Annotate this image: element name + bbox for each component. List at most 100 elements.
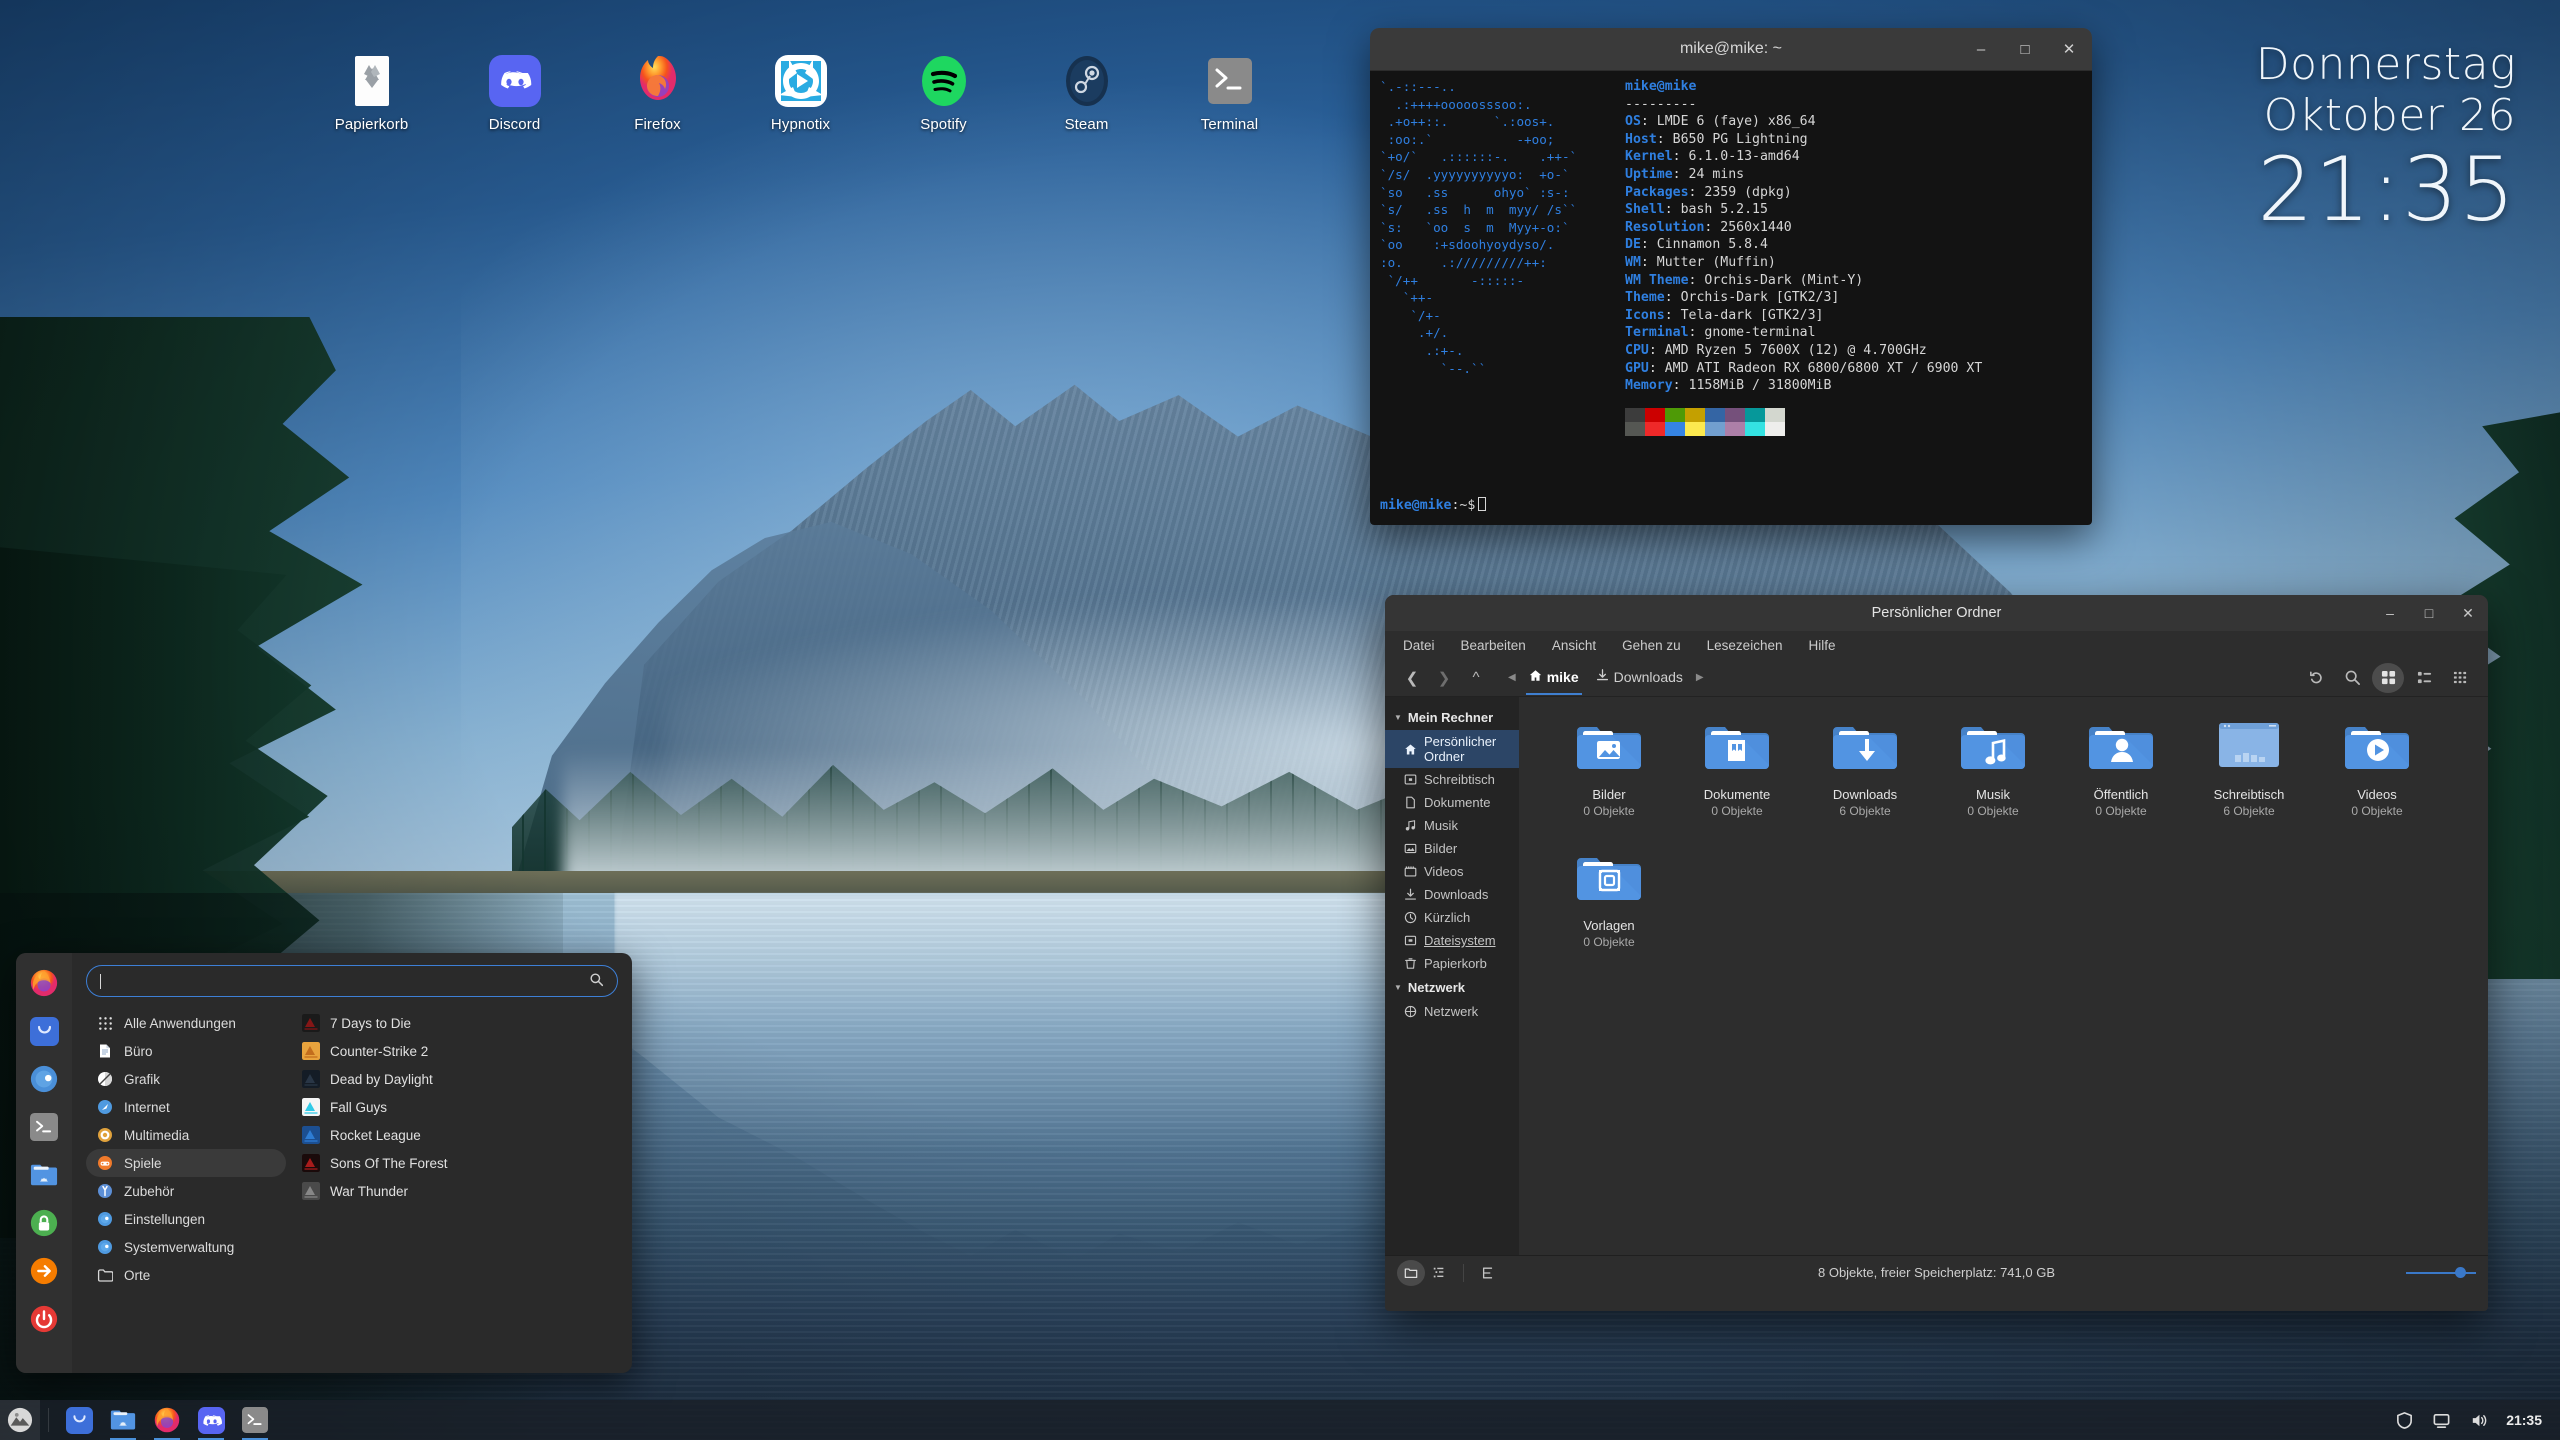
mint-menu-icon[interactable] bbox=[0, 1400, 40, 1440]
sidebar-item-persönlicher-ordner[interactable]: Persönlicher Ordner bbox=[1385, 730, 1519, 768]
menu-category-multimedia[interactable]: Multimedia bbox=[86, 1121, 286, 1149]
menu-lesezeichen[interactable]: Lesezeichen bbox=[1703, 637, 1787, 654]
terminal-body[interactable]: `.-::---.. .:++++ooooosssoo:. .+o++::. `… bbox=[1370, 71, 2092, 525]
forward-icon[interactable]: ❯ bbox=[1429, 664, 1459, 692]
file-manager-titlebar[interactable]: Persönlicher Ordner – □ ✕ bbox=[1385, 595, 2488, 631]
list-view-icon[interactable] bbox=[2444, 663, 2476, 693]
sidebar-item-bilder[interactable]: Bilder bbox=[1385, 837, 1519, 860]
places-toggle-icon[interactable] bbox=[1425, 1260, 1453, 1286]
display-icon[interactable] bbox=[2432, 1411, 2451, 1430]
search-icon[interactable] bbox=[2336, 663, 2368, 693]
desktop-icon-papierkorb[interactable]: Papierkorb bbox=[300, 48, 443, 137]
shutdown-fav-icon[interactable] bbox=[28, 1303, 60, 1335]
menu-category-grafik[interactable]: Grafik bbox=[86, 1065, 286, 1093]
sidebar-item-netzwerk[interactable]: Netzwerk bbox=[1385, 1000, 1519, 1023]
sidebar-item-schreibtisch[interactable]: Schreibtisch bbox=[1385, 768, 1519, 791]
terminal-window[interactable]: mike@mike: ~ – □ ✕ `.-::---.. .:++++oooo… bbox=[1370, 28, 2092, 525]
system-settings-fav-icon[interactable] bbox=[28, 1063, 60, 1095]
menu-bearbeiten[interactable]: Bearbeiten bbox=[1457, 637, 1530, 654]
lock-screen-fav-icon[interactable] bbox=[28, 1207, 60, 1239]
breadcrumb-item-mike[interactable]: mike bbox=[1522, 665, 1586, 695]
menu-category-zubehör[interactable]: Zubehör bbox=[86, 1177, 286, 1205]
menu-app-7-days-to-die[interactable]: 7 Days to Die bbox=[294, 1009, 618, 1037]
terminal-fav-icon[interactable] bbox=[28, 1111, 60, 1143]
menu-search-box[interactable] bbox=[86, 965, 618, 997]
menu-hilfe[interactable]: Hilfe bbox=[1804, 637, 1839, 654]
compact-view-icon[interactable] bbox=[2408, 663, 2440, 693]
file-item[interactable]: Vorlagen 0 Objekte bbox=[1545, 846, 1673, 953]
file-item[interactable]: Musik 0 Objekte bbox=[1929, 715, 2057, 822]
breadcrumb-left-arrow-icon[interactable]: ◀ bbox=[1505, 672, 1519, 683]
menu-category-spiele[interactable]: Spiele bbox=[86, 1149, 286, 1177]
file-item[interactable]: Videos 0 Objekte bbox=[2313, 715, 2441, 822]
discord-launcher[interactable] bbox=[194, 1403, 228, 1440]
logout-fav-icon[interactable] bbox=[28, 1255, 60, 1287]
sidebar-item-dokumente[interactable]: Dokumente bbox=[1385, 791, 1519, 814]
terminal-launcher[interactable] bbox=[238, 1403, 272, 1440]
shield-icon[interactable] bbox=[2395, 1411, 2414, 1430]
menu-app-dead-by-daylight[interactable]: Dead by Daylight bbox=[294, 1065, 618, 1093]
desktop-icon-firefox[interactable]: Firefox bbox=[586, 48, 729, 137]
terminal-close-button[interactable]: ✕ bbox=[2060, 40, 2078, 58]
sidebar-section-netzwerk[interactable]: ▼ Netzwerk bbox=[1385, 975, 1519, 1000]
sidebar-item-papierkorb[interactable]: Papierkorb bbox=[1385, 952, 1519, 975]
up-icon[interactable]: ^ bbox=[1461, 664, 1491, 692]
desktop-icon-hypnotix[interactable]: Hypnotix bbox=[729, 48, 872, 137]
desktop-icon-discord[interactable]: Discord bbox=[443, 48, 586, 137]
terminal-titlebar[interactable]: mike@mike: ~ – □ ✕ bbox=[1370, 28, 2092, 71]
file-item[interactable]: Dokumente 0 Objekte bbox=[1673, 715, 1801, 822]
sidebar-item-videos[interactable]: Videos bbox=[1385, 860, 1519, 883]
firefox-fav-icon[interactable] bbox=[28, 967, 60, 999]
file-item[interactable]: Downloads 6 Objekte bbox=[1801, 715, 1929, 822]
sidebar-item-kürzlich[interactable]: Kürzlich bbox=[1385, 906, 1519, 929]
file-item[interactable]: Öffentlich 0 Objekte bbox=[2057, 715, 2185, 822]
fm-close-button[interactable]: ✕ bbox=[2460, 605, 2476, 622]
terminal-maximize-button[interactable]: □ bbox=[2016, 41, 2034, 58]
menu-app-rocket-league[interactable]: Rocket League bbox=[294, 1121, 618, 1149]
desktop-icon-spotify[interactable]: Spotify bbox=[872, 48, 1015, 137]
menu-category-systemverwaltung[interactable]: Systemverwaltung bbox=[86, 1233, 286, 1261]
firefox-launcher[interactable] bbox=[150, 1403, 184, 1440]
menu-category-alle-anwendungen[interactable]: Alle Anwendungen bbox=[86, 1009, 286, 1037]
breadcrumb-item-downloads[interactable]: Downloads bbox=[1589, 665, 1690, 691]
menu-category-internet[interactable]: Internet bbox=[86, 1093, 286, 1121]
volume-icon[interactable] bbox=[2469, 1411, 2488, 1430]
menu-gehen-zu[interactable]: Gehen zu bbox=[1618, 637, 1685, 654]
files-fav-icon[interactable] bbox=[28, 1159, 60, 1191]
back-icon[interactable]: ❮ bbox=[1397, 664, 1427, 692]
menu-app-sons-of-the-forest[interactable]: Sons Of The Forest bbox=[294, 1149, 618, 1177]
breadcrumb-right-arrow-icon[interactable]: ▶ bbox=[1693, 672, 1707, 683]
file-manager-window[interactable]: Persönlicher Ordner – □ ✕ Datei Bearbeit… bbox=[1385, 595, 2488, 1311]
desktop-icon-terminal[interactable]: Terminal bbox=[1158, 48, 1301, 137]
folder-tree-toggle-icon[interactable] bbox=[1397, 1259, 1425, 1286]
application-menu[interactable]: Alle Anwendungen Büro Grafik Internet Multim… bbox=[16, 953, 632, 1373]
icon-view-icon[interactable] bbox=[2372, 662, 2404, 693]
files-launcher[interactable] bbox=[106, 1403, 140, 1440]
terminal-minimize-button[interactable]: – bbox=[1972, 41, 1990, 58]
software-manager-fav-icon[interactable] bbox=[28, 1015, 60, 1047]
file-manager-file-grid[interactable]: Bilder 0 Objekte Dokumente 0 Objekte Downloa… bbox=[1519, 697, 2488, 1255]
menu-category-büro[interactable]: Büro bbox=[86, 1037, 286, 1065]
menu-app-counter-strike-2[interactable]: Counter-Strike 2 bbox=[294, 1037, 618, 1065]
file-item[interactable]: Schreibtisch 6 Objekte bbox=[2185, 715, 2313, 822]
fm-maximize-button[interactable]: □ bbox=[2421, 605, 2437, 622]
search-icon[interactable] bbox=[589, 972, 604, 990]
extra-pane-toggle-icon[interactable] bbox=[1474, 1260, 1502, 1286]
sidebar-item-dateisystem[interactable]: Dateisystem bbox=[1385, 929, 1519, 952]
file-item[interactable]: Bilder 0 Objekte bbox=[1545, 715, 1673, 822]
fm-minimize-button[interactable]: – bbox=[2382, 605, 2398, 622]
reload-icon[interactable] bbox=[2300, 663, 2332, 693]
software-manager-launcher[interactable] bbox=[62, 1403, 96, 1437]
desktop-icon-steam[interactable]: Steam bbox=[1015, 48, 1158, 137]
menu-category-orte[interactable]: Orte bbox=[86, 1261, 286, 1289]
zoom-slider[interactable] bbox=[2406, 1265, 2476, 1281]
menu-datei[interactable]: Datei bbox=[1399, 637, 1439, 654]
panel-clock[interactable]: 21:35 bbox=[2506, 1412, 2542, 1428]
zoom-slider-knob[interactable] bbox=[2455, 1266, 2466, 1278]
menu-app-war-thunder[interactable]: War Thunder bbox=[294, 1177, 618, 1205]
sidebar-item-downloads[interactable]: Downloads bbox=[1385, 883, 1519, 906]
sidebar-item-musik[interactable]: Musik bbox=[1385, 814, 1519, 837]
menu-category-einstellungen[interactable]: Einstellungen bbox=[86, 1205, 286, 1233]
menu-app-fall-guys[interactable]: Fall Guys bbox=[294, 1093, 618, 1121]
sidebar-section-mein-rechner[interactable]: ▼ Mein Rechner bbox=[1385, 705, 1519, 730]
